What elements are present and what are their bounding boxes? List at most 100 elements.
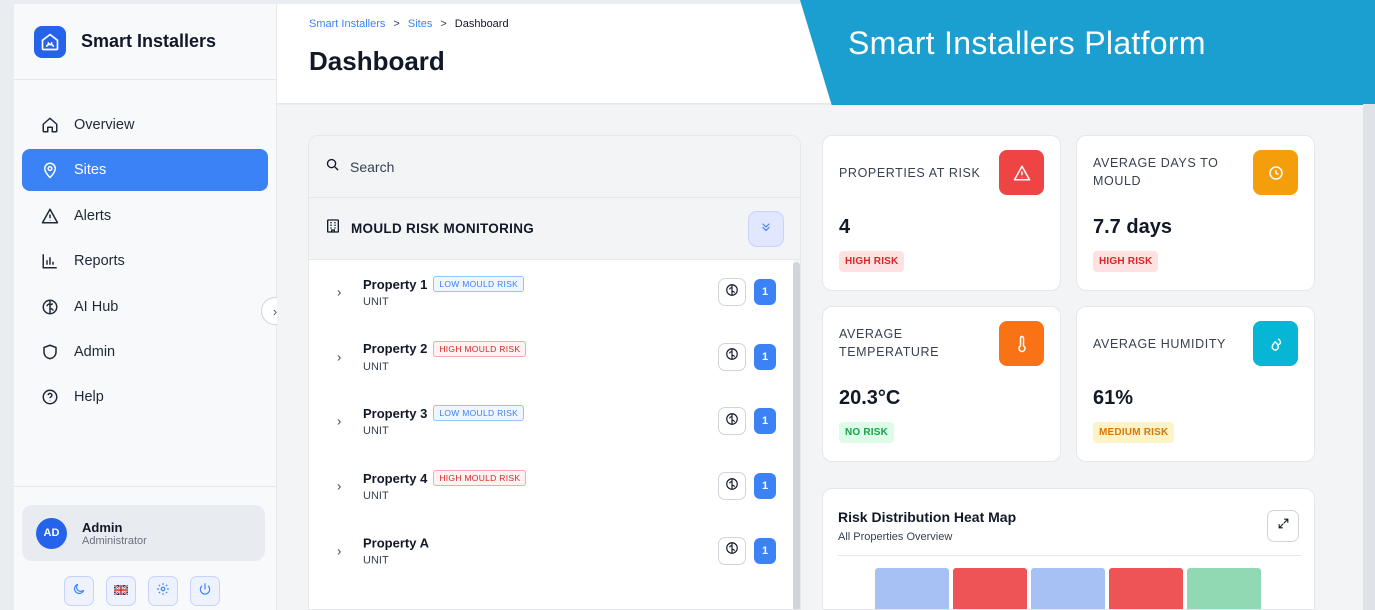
device-count-badge[interactable]: 1	[754, 473, 776, 500]
property-type: UNIT	[363, 360, 389, 373]
property-type: UNIT	[363, 296, 389, 309]
ai-analysis-button[interactable]	[718, 472, 746, 501]
breadcrumb-link-sites[interactable]: Sites	[408, 18, 432, 30]
stat-label: AVERAGE TEMPERATURE	[839, 327, 940, 359]
stat-value: 7.7 days	[1093, 216, 1172, 238]
ai-analysis-button[interactable]	[718, 278, 746, 307]
status-badge: MEDIUM RISK	[1093, 422, 1175, 443]
home-icon	[40, 115, 60, 135]
property-list: › Property 1 LOW MOULD RISK UNIT 1 › Pro…	[309, 260, 800, 583]
stat-value: 4	[839, 216, 851, 238]
thermometer-icon	[999, 321, 1044, 366]
sidebar-item-help[interactable]: Help	[22, 376, 268, 418]
property-type: UNIT	[363, 425, 389, 438]
sidebar-item-ai-hub[interactable]: AI Hub	[22, 286, 268, 328]
brand-name: Smart Installers	[81, 31, 217, 51]
brand-logo-icon	[34, 25, 66, 58]
brain-icon	[725, 412, 739, 431]
chevron-right-icon[interactable]: ›	[337, 414, 341, 429]
uk-flag-icon	[113, 582, 129, 600]
status-badge: HIGH RISK	[1093, 251, 1159, 272]
sidebar-item-label: Sites	[74, 162, 107, 179]
device-count-badge[interactable]: 1	[754, 408, 776, 435]
property-name: Property 2	[363, 341, 428, 357]
collapse-section-button[interactable]	[748, 211, 784, 247]
settings-button[interactable]	[148, 576, 178, 606]
sidebar-item-label: Reports	[74, 253, 125, 270]
bar-chart-icon	[40, 251, 60, 271]
breadcrumb: Smart Installers > Sites > Dashboard	[309, 18, 509, 30]
device-count-badge[interactable]: 1	[754, 279, 776, 306]
status-badge: NO RISK	[839, 422, 895, 443]
heatmap-cell[interactable]	[953, 568, 1027, 609]
search-input[interactable]: Search	[350, 159, 394, 175]
risk-badge: HIGH MOULD RISK	[433, 470, 527, 487]
sidebar-item-label: Admin	[74, 343, 116, 360]
chevron-right-icon[interactable]: ›	[337, 349, 341, 364]
avatar: AD	[36, 517, 67, 549]
property-name: Property A	[363, 535, 429, 551]
theme-toggle-button[interactable]	[64, 576, 94, 606]
chevron-right-icon[interactable]: ›	[337, 479, 341, 494]
expand-icon	[1277, 517, 1290, 535]
heatmap-cell[interactable]	[1031, 568, 1105, 609]
ai-analysis-button[interactable]	[718, 536, 746, 565]
device-count-badge[interactable]: 1	[754, 343, 776, 370]
breadcrumb-separator: >	[393, 18, 400, 30]
search-bar[interactable]: Search	[309, 136, 800, 198]
ai-analysis-button[interactable]	[718, 342, 746, 371]
stat-label: AVERAGE DAYS TO MOULD	[1093, 156, 1219, 188]
list-item[interactable]: › Property A UNIT 1	[309, 518, 800, 583]
risk-badge: LOW MOULD RISK	[433, 405, 525, 422]
page-title: Dashboard	[309, 46, 445, 76]
brand: Smart Installers	[14, 4, 276, 80]
chevron-right-icon[interactable]: ›	[337, 543, 341, 558]
heatmap-expand-button[interactable]	[1267, 510, 1299, 542]
building-icon	[325, 218, 341, 239]
breadcrumb-separator: >	[440, 18, 447, 30]
brain-icon	[725, 283, 739, 302]
sidebar-item-admin[interactable]: Admin	[22, 331, 268, 373]
sidebar-item-overview[interactable]: Overview	[22, 104, 268, 146]
risk-badge: HIGH MOULD RISK	[433, 340, 527, 357]
sidebar-item-reports[interactable]: Reports	[22, 240, 268, 282]
help-circle-icon	[40, 387, 60, 407]
property-name: Property 3	[363, 405, 428, 421]
droplets-icon	[1253, 321, 1298, 366]
warning-icon	[40, 206, 60, 226]
risk-badge: LOW MOULD RISK	[433, 276, 525, 293]
heatmap-cell[interactable]	[1109, 568, 1183, 609]
logout-button[interactable]	[190, 576, 220, 606]
shield-icon	[40, 342, 60, 362]
platform-banner-text: Smart Installers Platform	[848, 25, 1206, 61]
user-card[interactable]: AD Admin Administrator	[22, 505, 265, 561]
device-count-badge[interactable]: 1	[754, 537, 776, 564]
scrollbar-thumb[interactable]	[793, 262, 800, 609]
list-item[interactable]: › Property 2 HIGH MOULD RISK UNIT 1	[309, 325, 800, 390]
sidebar-item-alerts[interactable]: Alerts	[22, 195, 268, 237]
brain-icon	[40, 297, 60, 317]
user-actions	[64, 576, 220, 606]
heatmap-cell[interactable]	[1187, 568, 1261, 609]
language-button[interactable]	[106, 576, 136, 606]
list-item[interactable]: › Property 4 HIGH MOULD RISK UNIT 1	[309, 454, 800, 519]
sidebar-item-label: Alerts	[74, 207, 112, 224]
list-item[interactable]: › Property 3 LOW MOULD RISK UNIT 1	[309, 389, 800, 454]
stat-label: PROPERTIES AT RISK	[839, 166, 981, 180]
list-item[interactable]: › Property 1 LOW MOULD RISK UNIT 1	[309, 260, 800, 325]
ai-analysis-button[interactable]	[718, 407, 746, 436]
heatmap-cell[interactable]	[875, 568, 949, 609]
sidebar-item-sites[interactable]: Sites	[22, 149, 268, 192]
stat-card-average-temperature: AVERAGE TEMPERATURE 20.3°C NO RISK	[822, 306, 1061, 462]
breadcrumb-link-home[interactable]: Smart Installers	[309, 18, 385, 30]
warning-icon	[999, 150, 1044, 195]
stat-card-average-humidity: AVERAGE HUMIDITY 61% MEDIUM RISK	[1076, 306, 1315, 462]
chevron-right-icon[interactable]: ›	[337, 285, 341, 300]
sidebar-nav: Overview Sites Alerts Reports AI Hub Adm…	[14, 80, 276, 418]
moon-icon	[72, 582, 86, 601]
sidebar: Smart Installers Overview Sites Alerts R…	[14, 4, 277, 610]
user-role: Administrator	[82, 534, 147, 547]
page-edge	[1363, 104, 1375, 610]
brain-icon	[725, 347, 739, 366]
user-area: AD Admin Administrator	[14, 486, 277, 610]
